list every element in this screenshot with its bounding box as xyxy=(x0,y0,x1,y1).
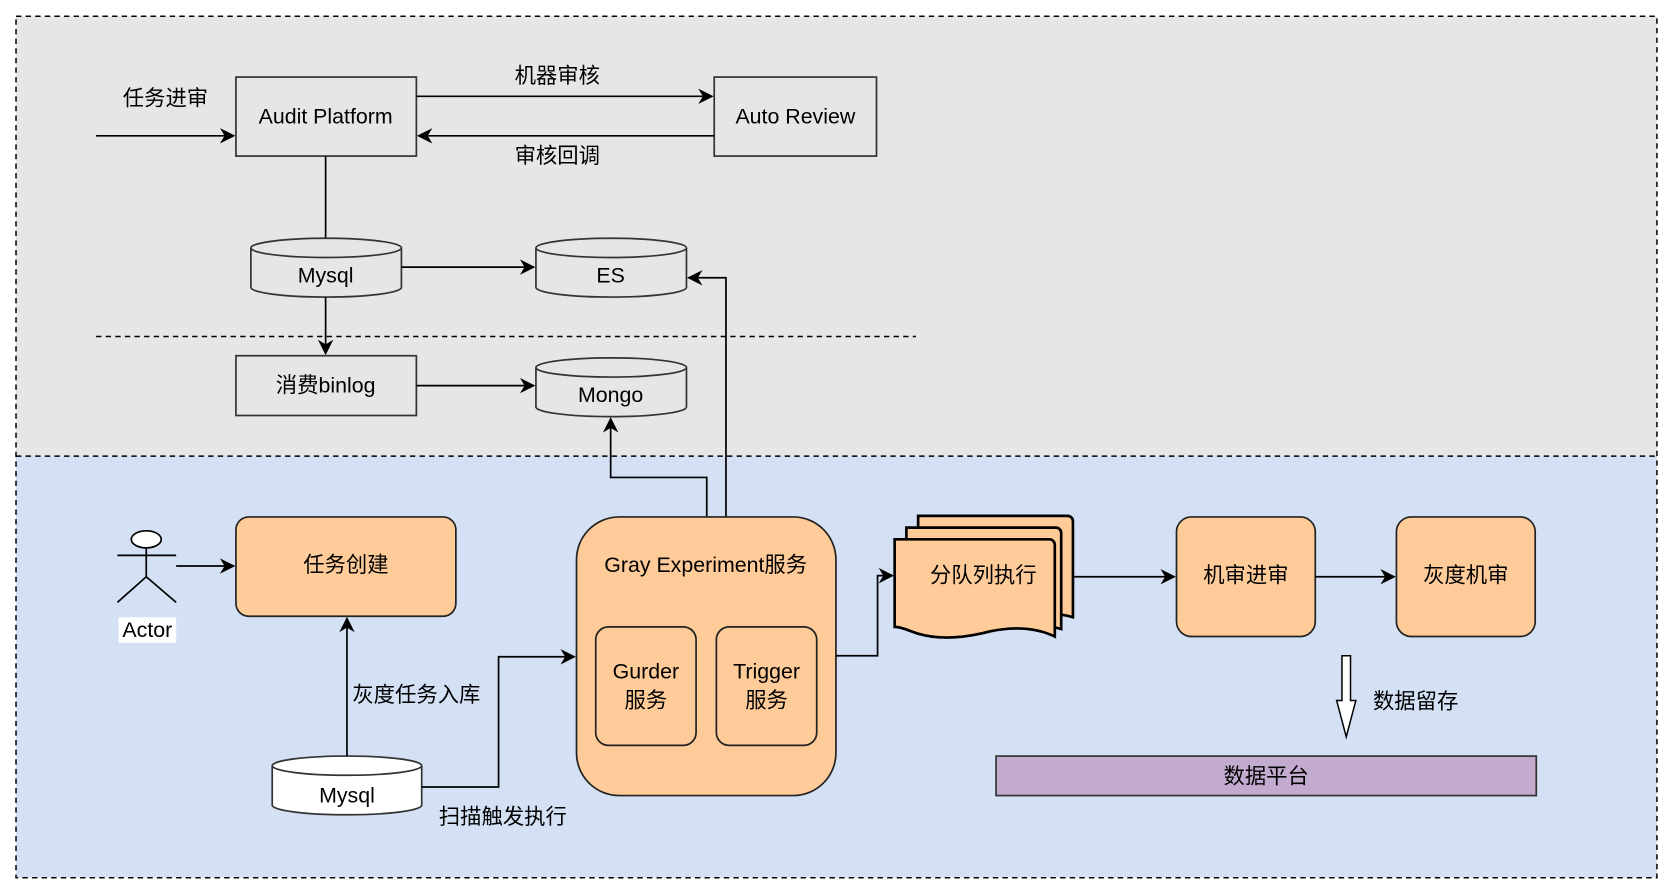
gray-machine-label: 灰度机审 xyxy=(1423,564,1508,588)
data-platform-label: 数据平台 xyxy=(1223,764,1308,788)
callback-label: 审核回调 xyxy=(515,144,600,168)
mongo-db[interactable]: Mongo xyxy=(535,357,688,418)
gurder-sub-label: 服务 xyxy=(625,689,668,713)
mysql-lower-label: Mysql xyxy=(319,784,375,808)
gray-machine-node[interactable]: 灰度机审 xyxy=(1395,516,1537,638)
gray-store-label: 灰度任务入库 xyxy=(352,683,480,707)
mysql-db-lower[interactable]: Mysql xyxy=(271,755,423,816)
binlog-label: 消费binlog xyxy=(276,374,376,398)
es-label: ES xyxy=(596,264,624,288)
gurder-label: Gurder xyxy=(613,660,679,684)
actor-label: Actor xyxy=(122,618,172,642)
machine-enter-node[interactable]: 机审进审 xyxy=(1175,516,1317,638)
data-platform-node[interactable]: 数据平台 xyxy=(995,755,1538,797)
trigger-service[interactable]: Trigger 服务 xyxy=(715,626,818,747)
mongo-label: Mongo xyxy=(578,383,643,407)
trigger-sub-label: 服务 xyxy=(745,689,788,713)
retain-label: 数据留存 xyxy=(1373,690,1458,714)
incoming-label: 任务进审 xyxy=(123,86,208,110)
task-create-node[interactable]: 任务创建 xyxy=(235,516,457,618)
gray-experiment-label: Gray Experiment服务 xyxy=(604,553,807,577)
mysql-db-upper[interactable]: Mysql xyxy=(250,237,403,298)
auto-review-node[interactable]: Auto Review xyxy=(713,76,878,157)
audit-platform-label: Audit Platform xyxy=(259,105,393,129)
mysql-label: Mysql xyxy=(298,264,354,288)
scan-label: 扫描触发执行 xyxy=(439,805,567,829)
task-create-label: 任务创建 xyxy=(303,553,388,577)
gurder-service[interactable]: Gurder 服务 xyxy=(594,626,697,747)
machine-enter-label: 机审进审 xyxy=(1203,564,1288,588)
es-db[interactable]: ES xyxy=(535,237,688,298)
auto-review-label: Auto Review xyxy=(735,105,855,129)
audit-platform-node[interactable]: Audit Platform xyxy=(235,76,418,157)
machine-review-label: 机器审核 xyxy=(515,64,600,88)
trigger-label: Trigger xyxy=(733,660,800,684)
binlog-consumer-node[interactable]: 消费binlog xyxy=(235,354,418,417)
queue-exec-label: 分队列执行 xyxy=(930,564,1037,588)
queue-exec-node[interactable]: 分队列执行 xyxy=(893,514,1075,639)
architecture-diagram: 任务进审 Audit Platform Auto Review 机器审核 审核回… xyxy=(15,15,1658,879)
